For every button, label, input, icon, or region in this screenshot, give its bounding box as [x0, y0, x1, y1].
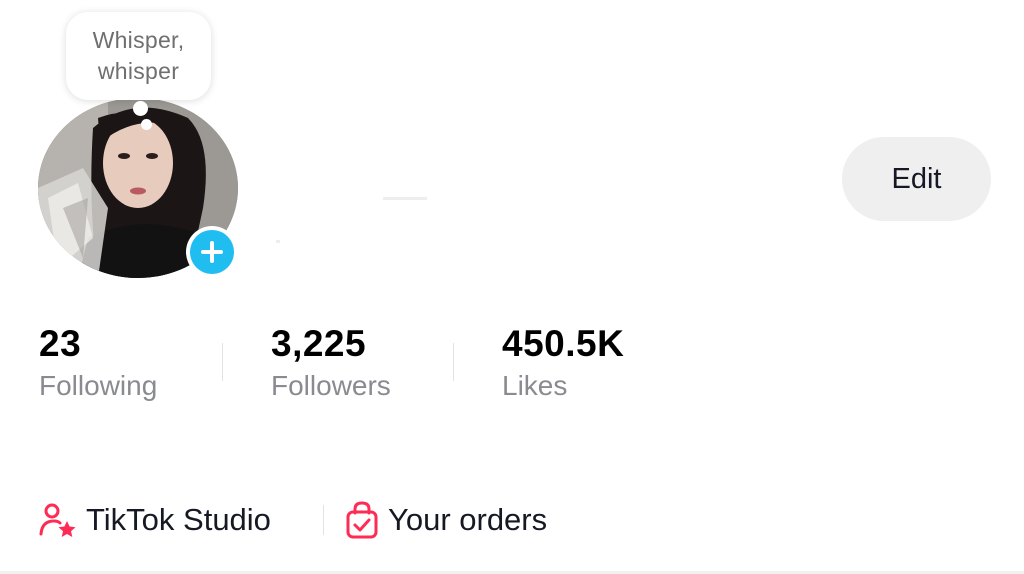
- profile-page: Whisper, whisper Edit 23 Following 3,225…: [0, 0, 1024, 574]
- add-story-button[interactable]: [186, 226, 238, 278]
- tiktok-studio-label: TikTok Studio: [86, 502, 271, 537]
- link-divider: [323, 505, 324, 535]
- note-line-2: whisper: [97, 58, 180, 84]
- note-bubble-tail-small: [141, 119, 152, 130]
- followers-label: Followers: [271, 370, 391, 401]
- add-button-circle: [190, 230, 234, 274]
- shopping-bag-check-icon: [346, 501, 378, 539]
- faint-mark: [383, 197, 427, 200]
- stat-followers[interactable]: 3,225 Followers: [271, 322, 391, 406]
- edit-profile-button[interactable]: Edit: [842, 137, 991, 221]
- note-line-1: Whisper,: [92, 27, 185, 53]
- plus-icon: [201, 241, 223, 263]
- following-count: 23: [39, 323, 82, 364]
- your-orders-link[interactable]: Your orders: [344, 496, 547, 544]
- likes-label: Likes: [502, 370, 568, 401]
- stat-following[interactable]: 23 Following: [39, 322, 157, 406]
- likes-count: 450.5K: [502, 323, 625, 364]
- stat-divider: [453, 343, 454, 381]
- stat-divider: [222, 343, 223, 381]
- faint-mark-small: [276, 240, 280, 243]
- note-bubble-tail: [133, 101, 148, 116]
- tiktok-studio-link[interactable]: TikTok Studio: [38, 496, 271, 544]
- your-orders-label: Your orders: [388, 502, 548, 537]
- creator-star-icon: [39, 503, 76, 537]
- following-label: Following: [39, 370, 158, 401]
- followers-count: 3,225: [271, 323, 367, 364]
- note-bubble[interactable]: Whisper, whisper: [66, 12, 211, 100]
- stat-likes[interactable]: 450.5K Likes: [502, 322, 624, 406]
